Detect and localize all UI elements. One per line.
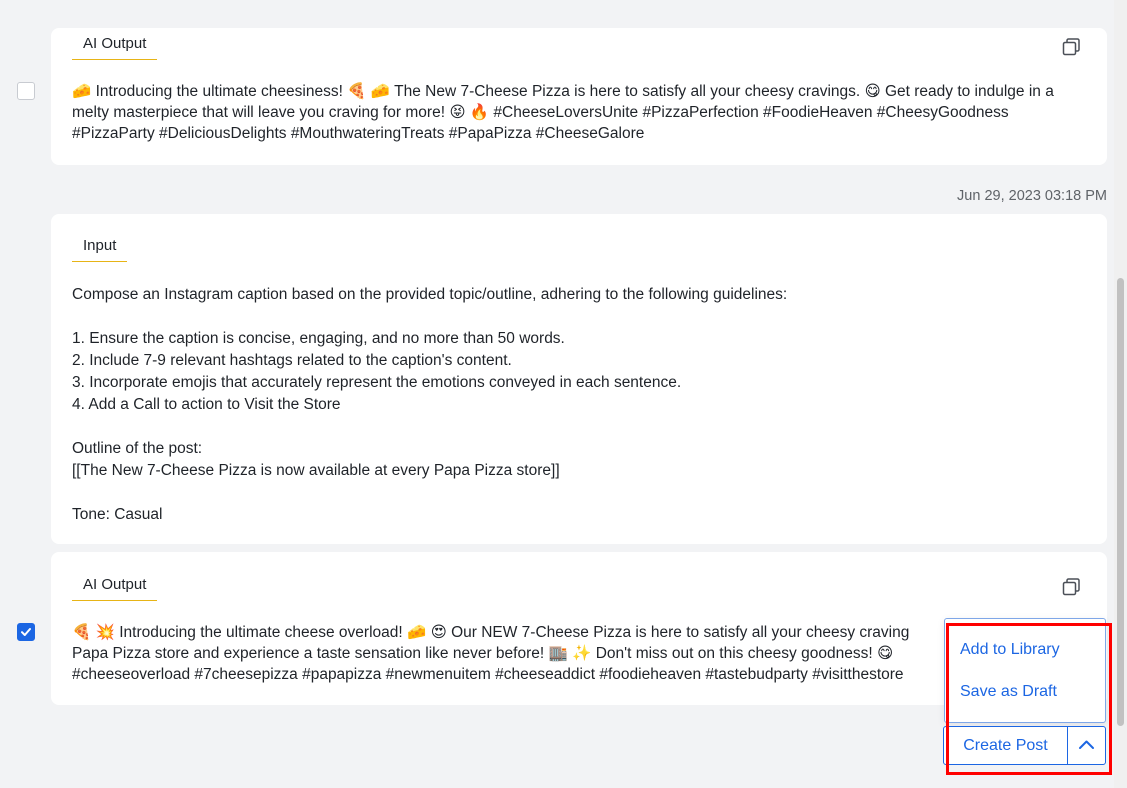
save-as-draft-item[interactable]: Save as Draft xyxy=(960,683,1057,701)
ai-output-tag: AI Output xyxy=(72,576,158,601)
create-post-button[interactable]: Create Post xyxy=(944,727,1067,764)
copy-icon[interactable] xyxy=(1061,37,1081,57)
select-checkbox-1[interactable] xyxy=(17,82,35,100)
ai-output-text: 🧀 Introducing the ultimate cheesiness! 🍕… xyxy=(72,83,1059,142)
input-tag: Input xyxy=(72,237,128,262)
select-checkbox-2[interactable] xyxy=(17,623,35,641)
scrollbar-track[interactable] xyxy=(1114,0,1127,788)
ai-output-text: 🍕 💥 Introducing the ultimate cheese over… xyxy=(72,624,910,683)
input-card: Input Compose an Instagram caption based… xyxy=(51,214,1107,544)
chevron-up-icon[interactable] xyxy=(1068,727,1105,764)
copy-icon[interactable] xyxy=(1061,577,1081,597)
create-post-split-button: Create Post xyxy=(943,726,1106,765)
input-text: Compose an Instagram caption based on th… xyxy=(72,286,788,523)
post-actions-menu: Add to Library Save as Draft xyxy=(944,618,1106,723)
ai-output-card-1: AI Output 🧀 Introducing the ultimate che… xyxy=(51,28,1107,165)
ai-output-tag: AI Output xyxy=(72,35,158,60)
add-to-library-item[interactable]: Add to Library xyxy=(960,641,1060,659)
scrollbar-thumb[interactable] xyxy=(1117,278,1124,726)
timestamp: Jun 29, 2023 03:18 PM xyxy=(957,188,1107,204)
